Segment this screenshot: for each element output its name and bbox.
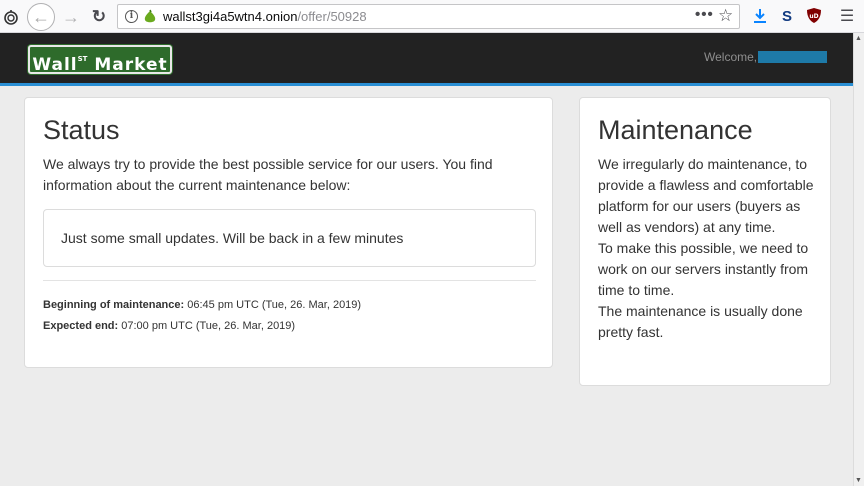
reload-icon: ↻ <box>91 7 107 26</box>
maintenance-paragraph-1: We irregularly do maintenance, to provid… <box>598 156 814 235</box>
scroll-down-arrow-icon[interactable]: ▼ <box>855 477 862 484</box>
page-scrollbar[interactable]: ▲ ▼ <box>853 33 864 486</box>
url-path: /offer/50928 <box>297 9 367 24</box>
redacted-username[interactable] <box>758 51 827 63</box>
maintenance-panel: Maintenance We irregularly do maintenanc… <box>579 97 831 386</box>
browser-toolbar: ← → ↻ i wallst3gi4a5wtn4.onion/offer/509… <box>0 0 864 33</box>
maintenance-end: Expected end: 07:00 pm UTC (Tue, 26. Mar… <box>43 320 295 332</box>
svg-text:uD: uD <box>809 13 818 20</box>
welcome-text: Welcome, <box>704 50 758 64</box>
forward-arrow-icon: → <box>62 6 80 27</box>
site-navbar: WallST Market Welcome, <box>0 33 853 86</box>
status-intro: We always try to provide the best possib… <box>43 156 493 193</box>
scroll-up-arrow-icon[interactable]: ▲ <box>855 35 862 42</box>
maintenance-message-box: Just some small updates. Will be back in… <box>43 209 536 267</box>
back-button[interactable]: ← <box>27 3 55 31</box>
extension-s-icon[interactable]: S <box>777 6 797 26</box>
hamburger-menu-icon[interactable]: ☰ <box>836 5 858 27</box>
forward-button[interactable]: → <box>60 6 82 28</box>
tor-onion-icon[interactable] <box>2 8 20 26</box>
logo-text-right: Market <box>94 55 168 75</box>
bookmark-star-icon[interactable]: ☆ <box>718 6 733 26</box>
status-panel: Status We always try to provide the best… <box>24 97 553 368</box>
logo-text-sup: ST <box>77 55 88 63</box>
begin-label: Beginning of maintenance: <box>43 299 185 311</box>
download-icon[interactable] <box>750 6 770 26</box>
end-value: 07:00 pm UTC (Tue, 26. Mar, 2019) <box>118 320 296 332</box>
info-icon[interactable]: i <box>125 10 138 23</box>
maintenance-title: Maintenance <box>598 115 753 145</box>
wall-street-market-logo[interactable]: WallST Market <box>28 45 172 75</box>
maintenance-message: Just some small updates. Will be back in… <box>61 230 404 246</box>
status-title: Status <box>43 115 120 145</box>
ublock-shield-icon[interactable]: uD <box>806 7 822 24</box>
url-text[interactable]: wallst3gi4a5wtn4.onion/offer/50928 <box>163 9 367 24</box>
divider <box>43 280 536 281</box>
url-host: wallst3gi4a5wtn4.onion <box>163 9 298 24</box>
maintenance-description: We irregularly do maintenance, to provid… <box>598 154 818 343</box>
address-bar[interactable]: i wallst3gi4a5wtn4.onion/offer/50928 •••… <box>117 4 740 29</box>
reload-button[interactable]: ↻ <box>88 6 110 28</box>
back-arrow-icon: ← <box>32 6 50 27</box>
end-label: Expected end: <box>43 320 119 332</box>
begin-value: 06:45 pm UTC (Tue, 26. Mar, 2019) <box>184 299 362 311</box>
onion-site-icon[interactable] <box>143 9 157 24</box>
maintenance-begin: Beginning of maintenance: 06:45 pm UTC (… <box>43 299 361 311</box>
page-actions-icon[interactable]: ••• <box>695 6 714 23</box>
logo-text-left: Wall <box>32 55 78 75</box>
maintenance-paragraph-3: The maintenance is usually done pretty f… <box>598 303 803 340</box>
maintenance-paragraph-2: To make this possible, we need to work o… <box>598 240 809 298</box>
